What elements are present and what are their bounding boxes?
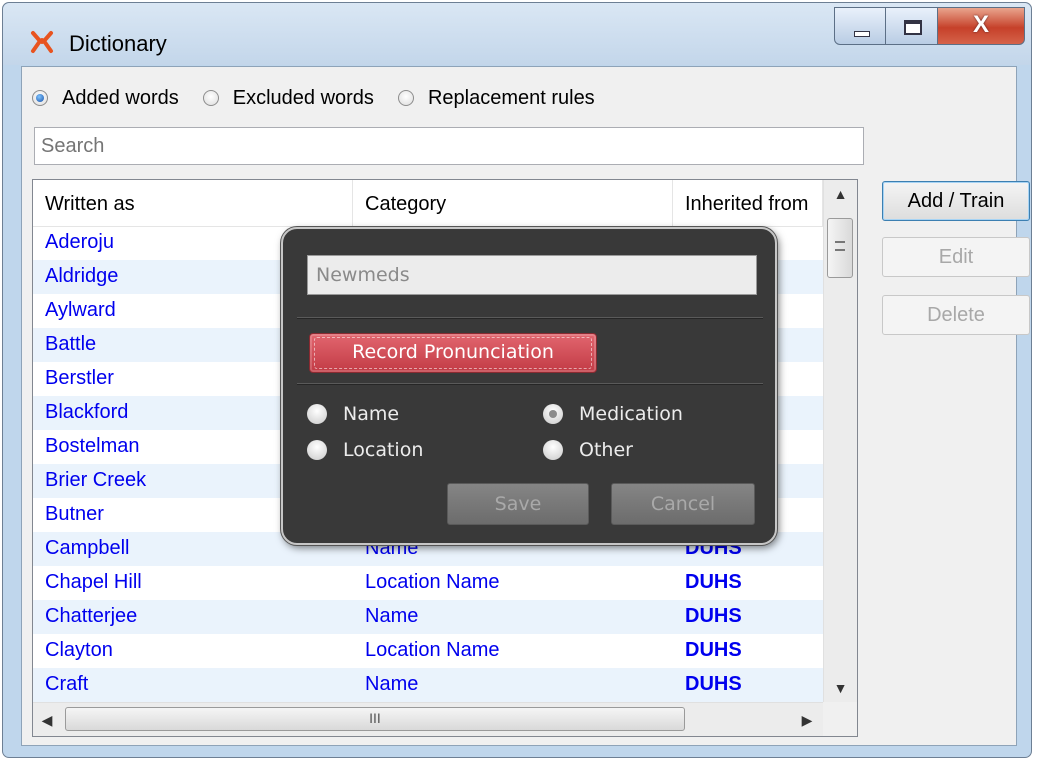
category-radio-other[interactable]: Other	[543, 439, 633, 461]
minimize-icon	[854, 31, 870, 37]
maximize-icon	[904, 20, 922, 35]
focus-ring	[314, 337, 592, 369]
grip-icon: III	[369, 710, 381, 726]
app-logo-icon	[31, 31, 53, 53]
radio-label: Replacement rules	[427, 86, 595, 109]
cell-written-as: Butner	[45, 503, 104, 525]
table-row[interactable]: Chatterjee Name DUHS	[33, 600, 823, 634]
dictionary-window: Dictionary X Added words Excluded words …	[2, 2, 1032, 758]
scroll-up-icon[interactable]: ▲	[824, 186, 857, 202]
cell-inherited-from: DUHS	[685, 639, 742, 661]
cell-written-as: Clayton	[45, 639, 113, 661]
table-row[interactable]: Chapel Hill Location Name DUHS	[33, 566, 823, 600]
radio-button[interactable]	[307, 404, 327, 424]
cell-inherited-from: DUHS	[685, 605, 742, 627]
scrollbar-corner	[823, 702, 857, 736]
view-mode-radios: Added words Excluded words Replacement r…	[32, 85, 619, 111]
maximize-button[interactable]	[886, 7, 938, 45]
scroll-down-icon[interactable]: ▼	[824, 680, 857, 696]
radio-label: Other	[579, 439, 633, 461]
cell-category: Name	[365, 605, 419, 627]
horizontal-scroll-thumb[interactable]: III	[65, 707, 685, 731]
cell-written-as: Brier Creek	[45, 469, 147, 491]
column-header-category[interactable]: Category	[353, 180, 673, 226]
cell-written-as: Battle	[45, 333, 97, 355]
cell-written-as: Craft	[45, 673, 89, 695]
radio-excluded-words[interactable]: Excluded words	[202, 86, 374, 110]
radio-label: Medication	[579, 403, 683, 425]
word-input[interactable]: Newmeds	[307, 255, 757, 295]
delete-button[interactable]: Delete	[882, 295, 1030, 335]
search-input[interactable]	[34, 127, 864, 165]
record-pronunciation-button[interactable]: Record Pronunciation	[309, 333, 597, 373]
close-button[interactable]: X	[938, 7, 1025, 45]
scroll-left-icon[interactable]: ◀	[37, 712, 57, 729]
category-radio-location[interactable]: Location	[307, 439, 423, 461]
cell-written-as: Blackford	[45, 401, 129, 423]
radio-button[interactable]	[543, 404, 563, 424]
table-row[interactable]: Craft Name DUHS	[33, 668, 823, 702]
column-header-inherited-from[interactable]: Inherited from	[673, 180, 823, 226]
radio-button[interactable]	[307, 440, 327, 460]
cancel-button[interactable]: Cancel	[611, 483, 755, 525]
column-header-written-as[interactable]: Written as	[33, 180, 353, 226]
category-radio-medication[interactable]: Medication	[543, 403, 683, 425]
scroll-right-icon[interactable]: ▶	[797, 712, 817, 729]
radio-button[interactable]	[397, 90, 414, 106]
vertical-scrollbar[interactable]: ▲ ▼	[823, 180, 857, 702]
cell-written-as: Campbell	[45, 537, 130, 559]
radio-replacement-rules[interactable]: Replacement rules	[397, 86, 595, 110]
table-header: Written as Category Inherited from	[33, 180, 823, 227]
save-button[interactable]: Save	[447, 483, 589, 525]
add-word-popup: Newmeds Record Pronunciation Name Medica…	[281, 227, 777, 545]
cell-written-as: Aylward	[45, 299, 116, 321]
radio-label: Added words	[62, 86, 179, 109]
cell-written-as: Bostelman	[45, 435, 140, 457]
cell-inherited-from: DUHS	[685, 571, 742, 593]
radio-label: Excluded words	[232, 86, 374, 109]
category-radio-name[interactable]: Name	[307, 403, 399, 425]
edit-button[interactable]: Edit	[882, 237, 1030, 277]
cell-category: Name	[365, 673, 419, 695]
window-title: Dictionary	[69, 31, 167, 56]
minimize-button[interactable]	[834, 7, 886, 45]
divider	[297, 383, 763, 385]
cell-written-as: Aldridge	[45, 265, 119, 287]
radio-button[interactable]	[543, 440, 563, 460]
radio-button[interactable]	[32, 90, 48, 106]
cell-written-as: Aderoju	[45, 231, 114, 253]
radio-label: Location	[343, 439, 424, 461]
cell-written-as: Chapel Hill	[45, 571, 142, 593]
table-row[interactable]: Clayton Location Name DUHS	[33, 634, 823, 668]
divider	[297, 317, 763, 319]
cell-written-as: Chatterjee	[45, 605, 138, 627]
radio-added-words[interactable]: Added words	[32, 87, 179, 110]
vertical-scroll-thumb[interactable]	[827, 218, 853, 278]
title-bar[interactable]: Dictionary X	[3, 3, 1031, 65]
horizontal-scrollbar[interactable]: ◀ III ▶	[33, 702, 823, 736]
grip-icon	[835, 241, 845, 251]
cell-category: Location Name	[365, 571, 500, 593]
cell-category: Location Name	[365, 639, 500, 661]
cell-inherited-from: DUHS	[685, 673, 742, 695]
cell-written-as: Berstler	[45, 367, 114, 389]
radio-button[interactable]	[202, 90, 219, 106]
add-train-button[interactable]: Add / Train	[882, 181, 1030, 221]
close-icon: X	[972, 11, 989, 38]
radio-label: Name	[343, 403, 400, 425]
